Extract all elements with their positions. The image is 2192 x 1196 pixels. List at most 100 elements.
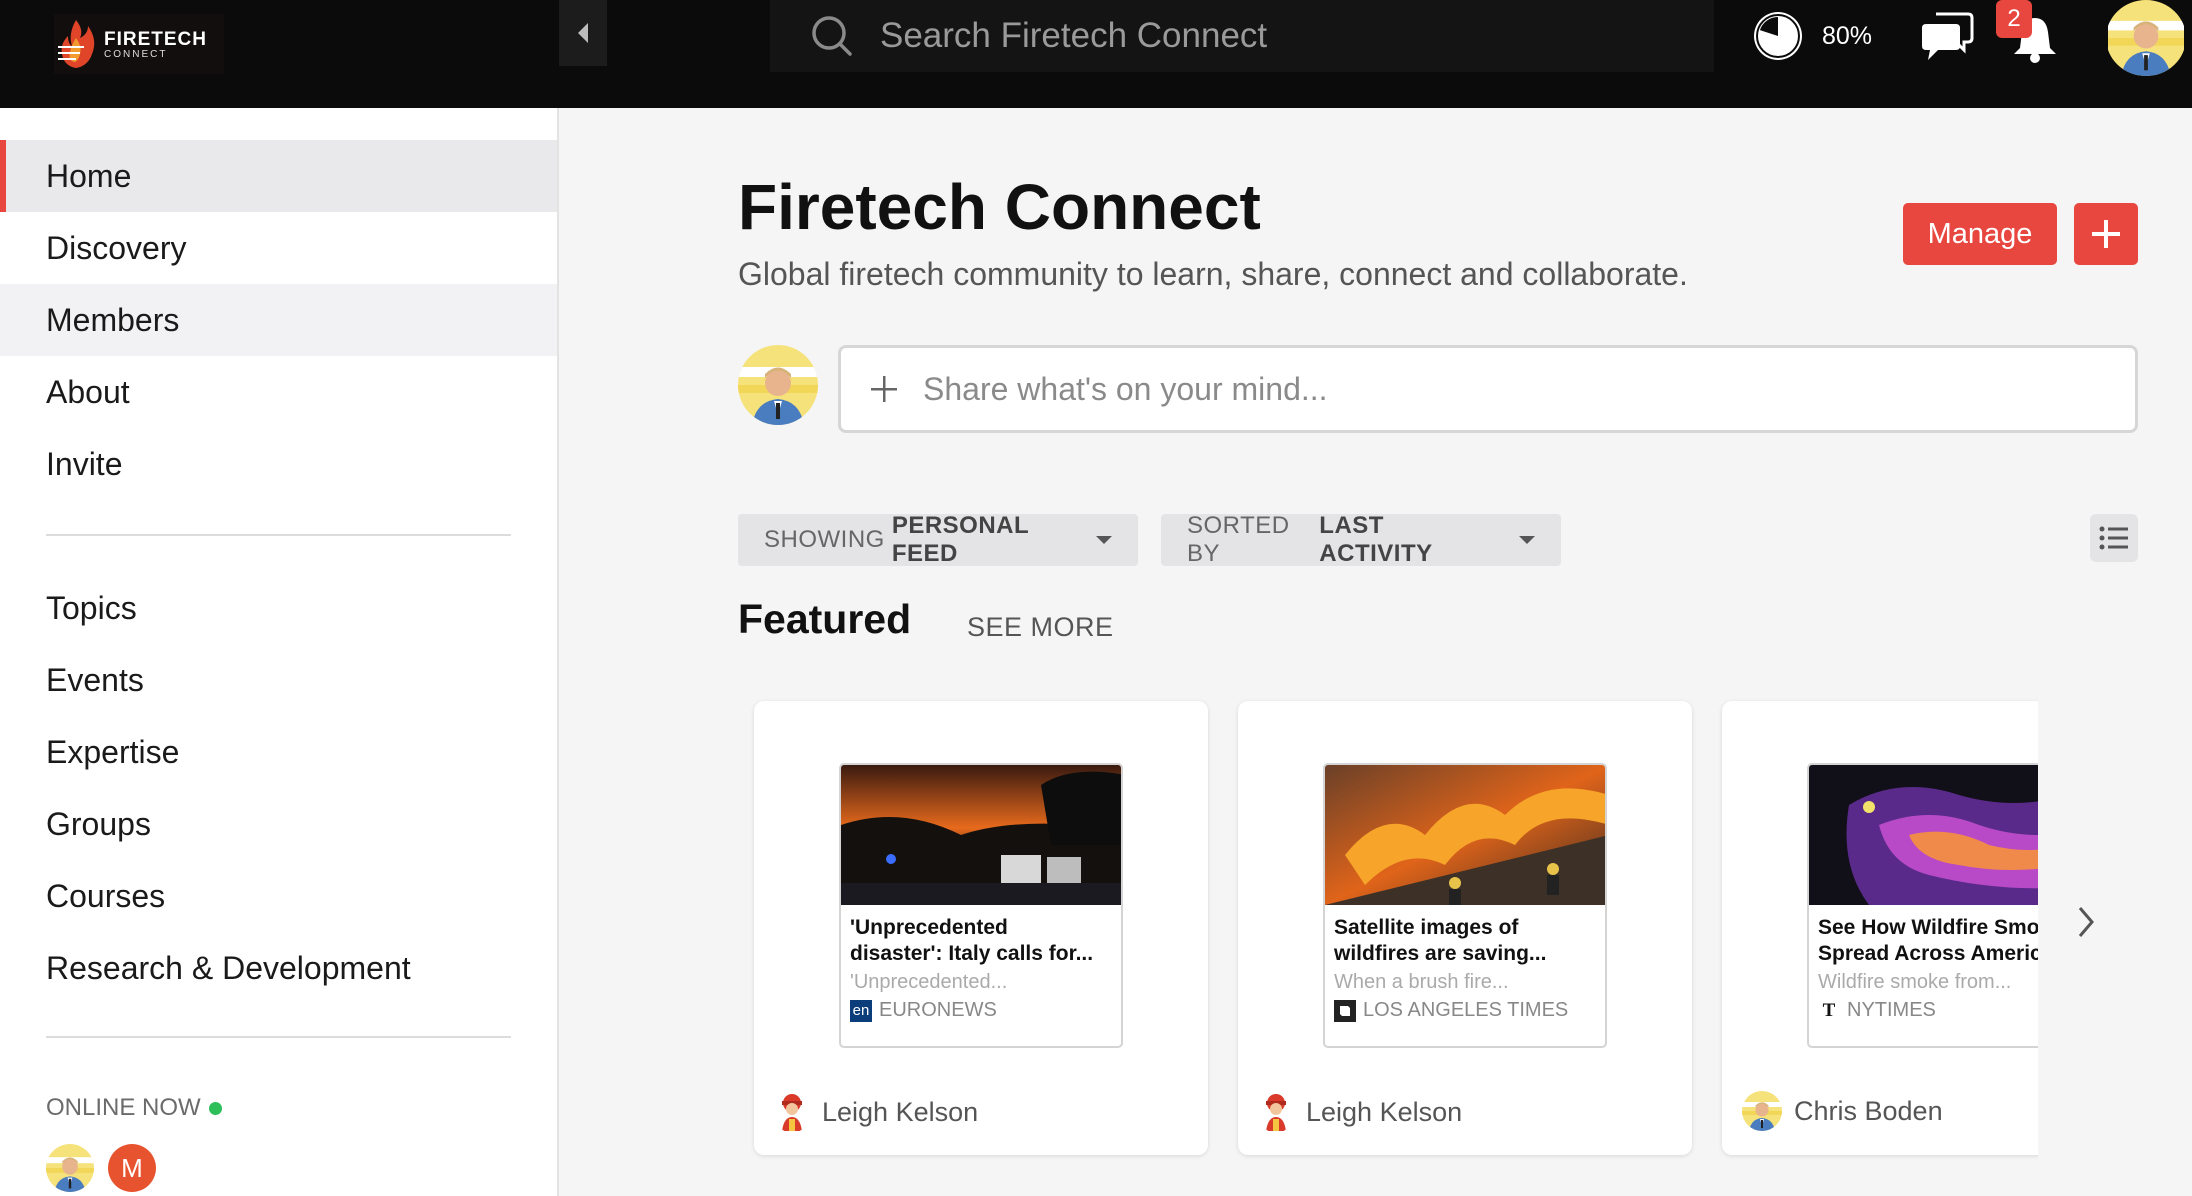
sidebar-item-expertise[interactable]: Expertise	[0, 716, 557, 788]
euronews-icon: en	[850, 999, 872, 1022]
add-button[interactable]	[2074, 203, 2138, 265]
article-source: T NYTIMES	[1809, 995, 2038, 1026]
article-source: en EURONEWS	[841, 995, 1121, 1026]
article-title: See How Wildfire Smoke Spread Across Ame…	[1818, 916, 2038, 965]
composer-avatar-image	[738, 345, 818, 425]
author-name: Chris Boden	[1794, 1095, 1943, 1126]
author-name: Leigh Kelson	[1306, 1096, 1463, 1127]
sidebar-item-label: About	[46, 373, 130, 410]
article-image	[1325, 765, 1605, 905]
logo-line2: CONNECT	[104, 48, 168, 60]
sidebar-item-groups[interactable]: Groups	[0, 788, 557, 860]
chevron-right-icon[interactable]	[2074, 902, 2098, 942]
source-name: NYTIMES	[1847, 999, 1936, 1021]
article-title: Satellite images of wildfires are saving…	[1334, 916, 1547, 965]
online-status-dot	[208, 1101, 222, 1115]
featured-card[interactable]: 'Unprecedented disaster': Italy calls fo…	[754, 701, 1208, 1155]
sidebar-item-home[interactable]: Home	[0, 140, 557, 212]
sidebar-divider	[46, 534, 511, 536]
online-user-avatar[interactable]	[46, 1144, 94, 1192]
logo[interactable]: FIRETECH CONNECT	[54, 14, 224, 74]
notifications[interactable]: 2	[1996, 0, 2066, 66]
link-preview[interactable]: Satellite images of wildfires are saving…	[1323, 763, 1607, 1048]
profile-progress[interactable]: 80%	[1752, 10, 1872, 62]
flame-logo-icon	[58, 20, 95, 68]
sort-dropdown[interactable]: SORTED BY LAST ACTIVITY	[1161, 512, 1561, 567]
logo-line1: FIRETECH	[104, 28, 207, 50]
featured-card[interactable]: See How Wildfire Smoke Spread Across Ame…	[1722, 701, 2038, 1155]
sidebar-item-label: Courses	[46, 877, 166, 914]
page-title: Firetech Connect	[738, 171, 1261, 243]
feed-filter-dropdown[interactable]: SHOWING PERSONAL FEED	[738, 512, 1138, 567]
composer-placeholder: Share what's on your mind...	[923, 370, 1328, 407]
top-bar: FIRETECH CONNECT 80% 2	[0, 0, 2192, 108]
link-preview[interactable]: See How Wildfire Smoke Spread Across Ame…	[1807, 763, 2038, 1048]
plus-icon	[2092, 220, 2120, 248]
search-input[interactable]	[880, 16, 1680, 56]
search-bar[interactable]	[770, 0, 1714, 72]
manage-button[interactable]: Manage	[1903, 203, 2057, 265]
sidebar-item-label: Invite	[46, 445, 123, 482]
progress-percent: 80%	[1822, 21, 1873, 50]
author-avatar	[1742, 1091, 1782, 1131]
card-author[interactable]: Leigh Kelson	[1258, 1091, 1462, 1133]
online-users: M	[46, 1144, 156, 1192]
sidebar: Home Discovery Members About Invite Topi…	[0, 108, 559, 1196]
post-composer[interactable]: Share what's on your mind...	[838, 345, 2138, 433]
search-icon	[812, 16, 852, 56]
sidebar-item-research-development[interactable]: Research & Development	[0, 932, 557, 1004]
sidebar-item-label: Groups	[46, 805, 151, 842]
link-preview[interactable]: 'Unprecedented disaster': Italy calls fo…	[839, 763, 1123, 1048]
author-name: Leigh Kelson	[822, 1096, 979, 1127]
article-image	[841, 765, 1121, 905]
featured-heading: Featured	[738, 596, 912, 642]
user-avatar[interactable]	[2106, 0, 2186, 76]
sidebar-item-label: Events	[46, 661, 144, 698]
caret-left-icon	[578, 23, 588, 43]
sidebar-item-discovery[interactable]: Discovery	[0, 212, 557, 284]
online-now-label: ONLINE NOW	[46, 1094, 222, 1122]
page-subtitle: Global firetech community to learn, shar…	[738, 256, 1688, 292]
chat-icon[interactable]	[1920, 10, 1974, 62]
firefighter-avatar-icon	[1266, 1094, 1286, 1131]
latimes-icon	[1334, 999, 1356, 1022]
article-description: When a brush fire...	[1334, 971, 1509, 993]
sidebar-item-events[interactable]: Events	[0, 644, 557, 716]
sidebar-item-label: Research & Development	[46, 949, 411, 986]
progress-pie-icon	[1754, 12, 1802, 60]
online-now-text: ONLINE NOW	[46, 1094, 201, 1121]
see-more-link[interactable]: SEE MORE	[967, 612, 1114, 643]
sidebar-item-courses[interactable]: Courses	[0, 860, 557, 932]
composer-avatar	[738, 345, 818, 425]
featured-card[interactable]: Satellite images of wildfires are saving…	[1238, 701, 1692, 1155]
card-author[interactable]: Chris Boden	[1742, 1091, 1943, 1131]
list-view-toggle[interactable]	[2090, 514, 2138, 562]
sidebar-divider	[46, 1036, 511, 1038]
sort-value: LAST ACTIVITY	[1319, 512, 1433, 567]
author-avatar-image	[1742, 1091, 1782, 1131]
sidebar-item-invite[interactable]: Invite	[0, 428, 557, 500]
online-user-avatar-m[interactable]: M	[108, 1144, 156, 1192]
logo-area: FIRETECH CONNECT	[0, 0, 559, 108]
sidebar-item-label: Discovery	[46, 229, 187, 266]
filter-prefix: SHOWING	[764, 526, 885, 553]
featured-carousel: 'Unprecedented disaster': Italy calls fo…	[738, 690, 2038, 1160]
online-user-avatar-image	[46, 1144, 94, 1192]
sidebar-item-about[interactable]: About	[0, 356, 557, 428]
sidebar-item-label: Home	[46, 157, 132, 194]
list-icon	[2099, 526, 2128, 550]
user-avatar-image	[2108, 0, 2184, 76]
filter-value: PERSONAL FEED	[891, 512, 1029, 567]
source-name: EURONEWS	[879, 999, 997, 1021]
sidebar-item-members[interactable]: Members	[0, 284, 557, 356]
sidebar-item-label: Expertise	[46, 733, 180, 770]
plus-icon	[871, 376, 897, 402]
nytimes-icon: T	[1822, 999, 1836, 1021]
article-source: LOS ANGELES TIMES	[1325, 995, 1605, 1026]
sidebar-item-label: Members	[46, 301, 180, 338]
collapse-sidebar-button[interactable]	[559, 0, 607, 66]
sort-prefix: SORTED BY	[1187, 512, 1290, 567]
card-author[interactable]: Leigh Kelson	[774, 1091, 978, 1133]
sidebar-item-topics[interactable]: Topics	[0, 572, 557, 644]
caret-down-icon	[1519, 536, 1535, 544]
